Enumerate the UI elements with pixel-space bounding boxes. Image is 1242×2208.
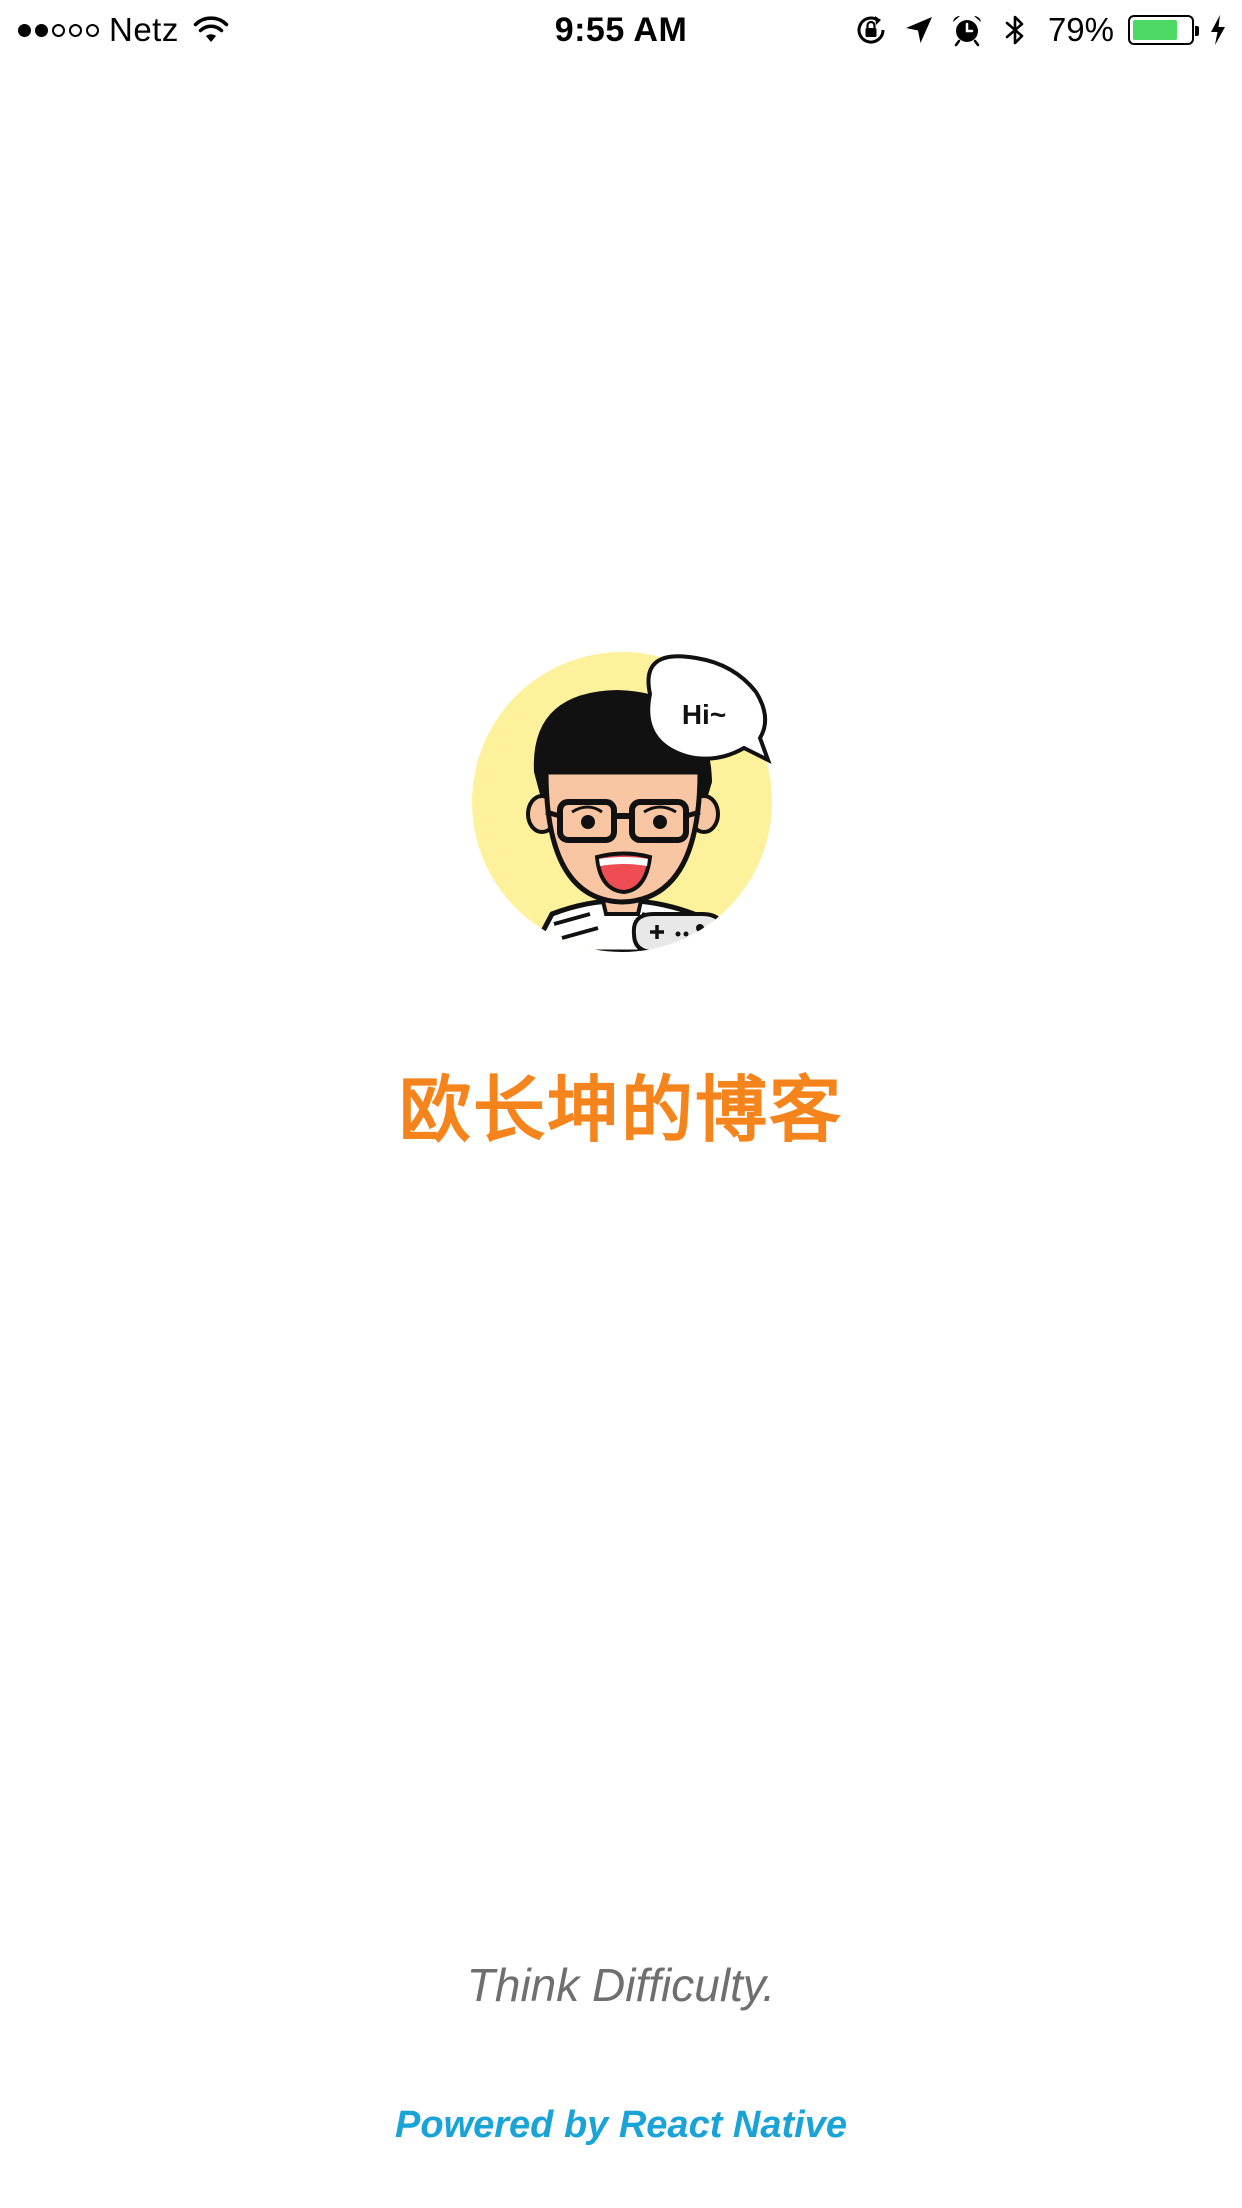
battery-percentage: 79% bbox=[1047, 11, 1114, 48]
orientation-lock-icon bbox=[857, 16, 885, 44]
status-bar-right: 79% bbox=[854, 10, 1228, 50]
avatar-illustration: Hi~ bbox=[472, 652, 772, 952]
battery-icon bbox=[1128, 15, 1199, 45]
avatar: Hi~ bbox=[472, 652, 772, 952]
powered-by-label: Powered by React Native bbox=[395, 2104, 847, 2146]
slogan: Think Difficulty. bbox=[466, 1959, 776, 2011]
speech-bubble-text: Hi~ bbox=[682, 699, 726, 730]
battery-cap bbox=[1195, 26, 1199, 36]
blog-title: 欧长坤的博客 bbox=[398, 1068, 843, 1152]
status-bar: Netz 9:55 AM 79% bbox=[0, 0, 1242, 60]
location-arrow-icon bbox=[905, 17, 932, 43]
alarm-icon bbox=[952, 15, 981, 47]
battery-level-fill bbox=[1133, 20, 1178, 40]
bluetooth-icon bbox=[1005, 15, 1024, 45]
splash-screen: Netz 9:55 AM 79% Hi~ 欧长坤的博客 Think Diffic… bbox=[0, 0, 1242, 2208]
charging-icon bbox=[1211, 15, 1225, 45]
